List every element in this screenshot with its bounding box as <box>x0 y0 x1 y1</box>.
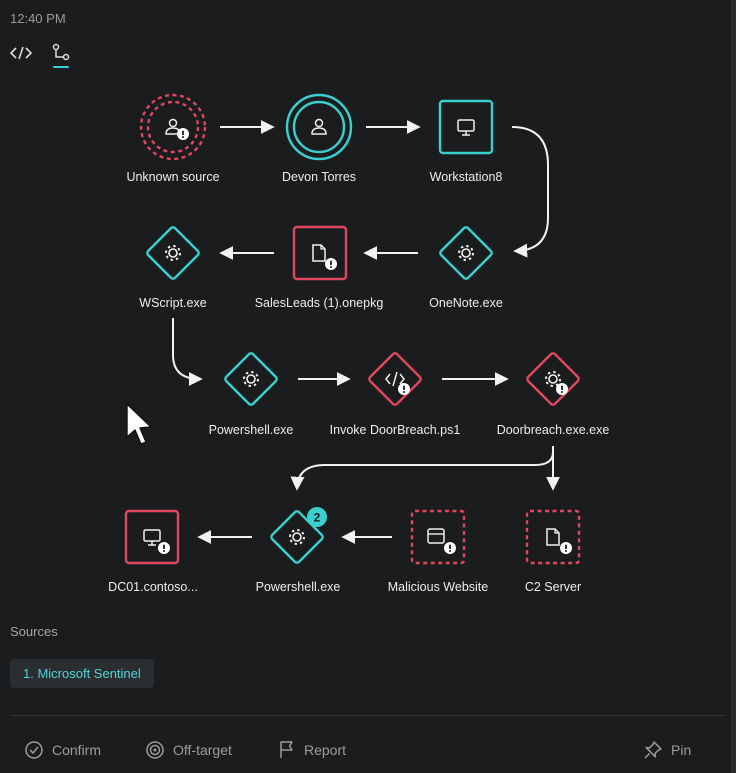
report-button[interactable]: Report <box>278 738 346 762</box>
gear-icon <box>458 245 474 261</box>
alert-icon <box>397 382 411 396</box>
node-label: Invoke DoorBreach.ps1 <box>330 423 461 437</box>
confirm-label: Confirm <box>52 742 102 758</box>
alert-icon <box>555 382 569 396</box>
divider <box>10 715 726 716</box>
node-invoke-doorbreach[interactable]: Invoke DoorBreach.ps1 <box>330 352 461 437</box>
user-icon <box>311 118 327 135</box>
node-malicious-website[interactable]: Malicious Website <box>388 509 489 594</box>
file-icon <box>312 244 326 262</box>
alert-icon <box>559 541 573 555</box>
node-onenote[interactable]: OneNote.exe <box>429 226 503 310</box>
edge <box>290 446 554 491</box>
gear-icon <box>545 371 561 387</box>
gear-icon <box>243 371 259 387</box>
alert-icon <box>443 541 457 555</box>
mouse-cursor-icon <box>126 403 152 445</box>
node-doorbreach-exe[interactable]: Doorbreach.exe.exe <box>497 352 610 437</box>
file-icon <box>546 528 560 546</box>
edge <box>511 126 549 258</box>
pin-button[interactable]: Pin <box>643 738 691 762</box>
count-badge-text: 2 <box>314 511 321 525</box>
target-icon <box>146 741 164 759</box>
node-label: Malicious Website <box>388 580 489 594</box>
browser-icon <box>427 528 445 544</box>
alert-icon <box>176 127 190 141</box>
node-powershell-1[interactable]: Powershell.exe <box>209 352 294 437</box>
off-target-label: Off-target <box>173 742 232 758</box>
node-label: C2 Server <box>525 580 581 594</box>
node-label: Powershell.exe <box>256 580 341 594</box>
confirm-button[interactable]: Confirm <box>24 738 101 762</box>
node-unknown-source[interactable]: Unknown source <box>126 93 220 184</box>
gear-icon <box>289 529 305 545</box>
alert-icon <box>324 257 338 271</box>
edge <box>172 318 203 386</box>
monitor-icon <box>143 529 161 546</box>
flag-icon <box>280 741 293 758</box>
report-label: Report <box>304 742 347 758</box>
node-label: Devon Torres <box>282 170 356 184</box>
node-label: Doorbreach.exe.exe <box>497 423 610 437</box>
node-salesleads[interactable]: SalesLeads (1).onepkg <box>255 225 384 310</box>
node-label: Workstation8 <box>430 170 503 184</box>
node-label: SalesLeads (1).onepkg <box>255 296 384 310</box>
node-label: Powershell.exe <box>209 423 294 437</box>
node-label: OneNote.exe <box>429 296 503 310</box>
pin-icon <box>644 741 662 759</box>
scrollbar-track[interactable] <box>731 0 736 773</box>
node-powershell-2[interactable]: 2 Powershell.exe <box>256 507 341 594</box>
pin-label: Pin <box>671 742 692 758</box>
alert-icon <box>157 541 171 555</box>
edges <box>172 120 560 544</box>
off-target-button[interactable]: Off-target <box>145 738 232 762</box>
monitor-icon <box>457 119 475 136</box>
node-workstation8[interactable]: Workstation8 <box>430 99 503 184</box>
node-devon-torres[interactable]: Devon Torres <box>282 93 356 184</box>
check-circle-icon <box>25 741 43 759</box>
node-wscript[interactable]: WScript.exe <box>139 226 207 310</box>
attack-graph: Unknown source Devon Torres Workstation8… <box>108 93 610 594</box>
node-c2-server[interactable]: C2 Server <box>525 509 581 594</box>
node-label: Unknown source <box>126 170 219 184</box>
node-dc01[interactable]: DC01.contoso... <box>108 509 198 594</box>
node-label: DC01.contoso... <box>108 580 198 594</box>
node-label: WScript.exe <box>139 296 206 310</box>
gear-icon <box>165 245 181 261</box>
sources-heading: Sources <box>10 624 58 639</box>
source-item-microsoft-sentinel[interactable]: 1. Microsoft Sentinel <box>10 659 154 688</box>
